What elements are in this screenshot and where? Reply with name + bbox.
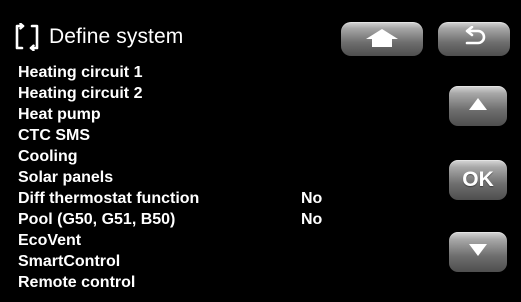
menu-item-value: No — [301, 190, 323, 207]
back-button[interactable] — [438, 22, 510, 56]
menu-item-label: Cooling — [18, 148, 78, 165]
header: Define system — [14, 20, 183, 54]
menu-item-diff-thermostat[interactable]: Diff thermostat function No — [18, 188, 378, 209]
menu-item-label: SmartControl — [18, 253, 121, 270]
menu-item-heat-pump[interactable]: Heat pump — [18, 104, 378, 125]
menu-item-label: Heat pump — [18, 106, 101, 123]
back-arrow-icon — [459, 25, 489, 53]
menu-item-ecovent[interactable]: EcoVent — [18, 230, 378, 251]
menu-item-ctc-sms[interactable]: CTC SMS — [18, 125, 378, 146]
scroll-up-button[interactable] — [449, 86, 507, 126]
menu-item-heating-circuit-2[interactable]: Heating circuit 2 — [18, 83, 378, 104]
menu-item-label: Heating circuit 2 — [18, 85, 143, 102]
menu-item-solar-panels[interactable]: Solar panels — [18, 167, 378, 188]
menu-item-label: Heating circuit 1 — [18, 64, 143, 81]
down-arrow-icon — [468, 242, 488, 263]
menu-item-label: Diff thermostat function — [18, 190, 200, 207]
page-title: Define system — [49, 25, 184, 48]
menu-item-label: Solar panels — [18, 169, 114, 186]
ok-label: OK — [462, 168, 494, 191]
menu-item-label: CTC SMS — [18, 127, 90, 144]
menu-item-smartcontrol[interactable]: SmartControl — [18, 251, 378, 272]
menu-item-pool[interactable]: Pool (G50, G51, B50) No — [18, 209, 378, 230]
home-button[interactable] — [341, 22, 423, 56]
menu-item-label: EcoVent — [18, 232, 82, 249]
menu-item-cooling[interactable]: Cooling — [18, 146, 378, 167]
menu-list: Heating circuit 1 Heating circuit 2 Heat… — [18, 62, 378, 293]
ok-button[interactable]: OK — [449, 160, 507, 200]
menu-item-label: Remote control — [18, 274, 136, 291]
menu-item-value: No — [301, 211, 323, 228]
up-arrow-icon — [468, 96, 488, 117]
screen: Define system Heating circuit 1 Heating … — [0, 0, 521, 302]
scroll-down-button[interactable] — [449, 232, 507, 272]
define-system-icon — [14, 22, 40, 52]
menu-item-remote-control[interactable]: Remote control — [18, 272, 378, 293]
menu-item-label: Pool (G50, G51, B50) — [18, 211, 176, 228]
home-icon — [362, 26, 402, 53]
menu-item-heating-circuit-1[interactable]: Heating circuit 1 — [18, 62, 378, 83]
